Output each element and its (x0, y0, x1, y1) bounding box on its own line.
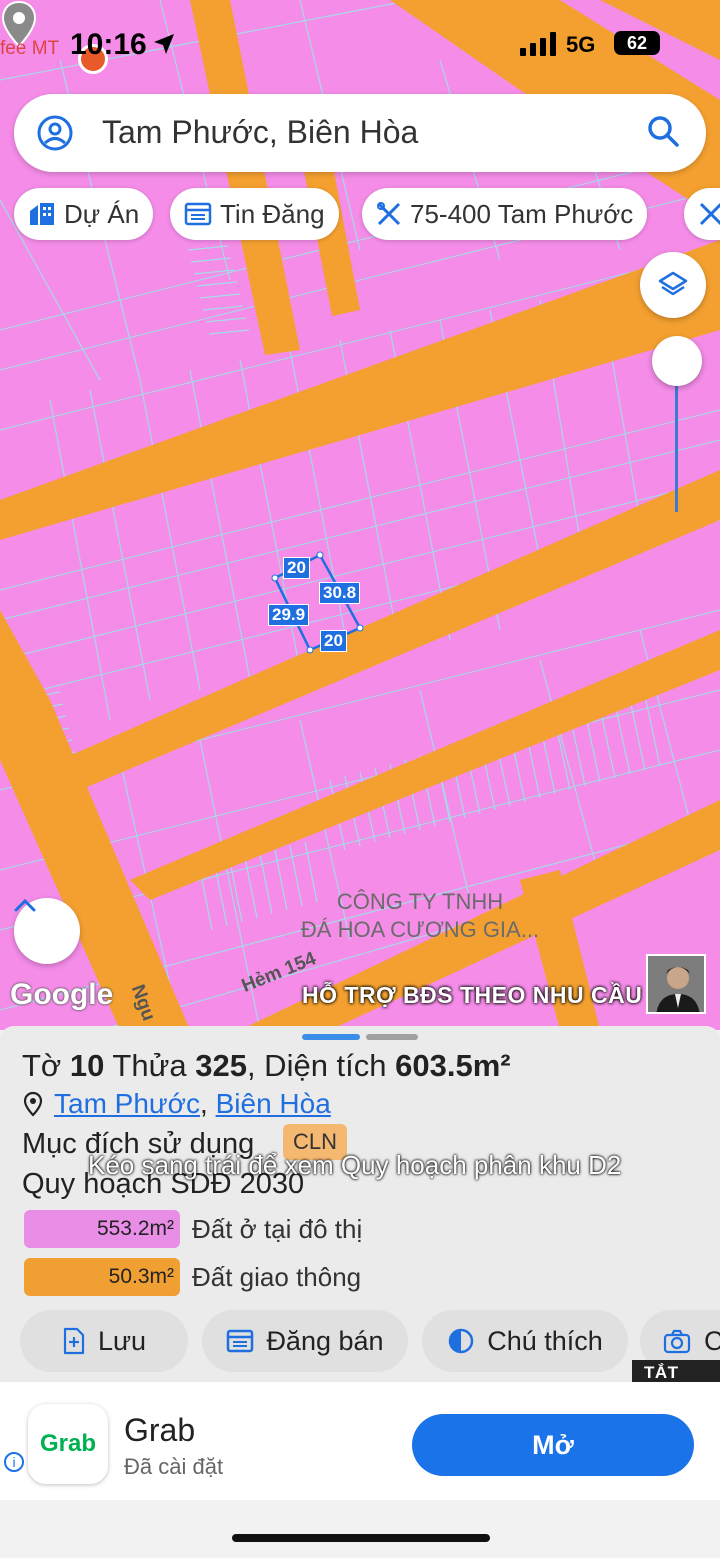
plan-label-residential: Đất ở tại đô thị (192, 1214, 363, 1244)
person-icon (648, 956, 704, 1012)
post-sale-button[interactable]: Đăng bán (202, 1310, 408, 1372)
ruler-icon (699, 202, 720, 226)
parcel-number: 325 (195, 1048, 247, 1083)
parcel-title: Tờ 10 Thửa 325, Diện tích 603.5m² (22, 1048, 511, 1084)
sheet-actions: Lưu Đăng bán Chú thích C (0, 1310, 720, 1372)
location-separator: , (200, 1088, 216, 1119)
ad-open-button[interactable]: Mở (412, 1414, 694, 1476)
parcel-edge-label-right: 30.8 (319, 582, 361, 604)
filter-chips: Dự Án Tin Đăng 75-400 Tam Phước (14, 188, 720, 240)
sheet-page-indicator-active[interactable] (302, 1034, 360, 1040)
map-layers-button[interactable] (640, 252, 706, 318)
ruler-icon (377, 202, 401, 226)
chevron-up-icon (14, 898, 36, 912)
bottom-safe-area (0, 1500, 720, 1558)
presenter-avatar (646, 954, 706, 1014)
plan-label-transport: Đất giao thông (192, 1262, 362, 1292)
chip-du-an[interactable]: Dự Án (14, 188, 154, 240)
sheet-number: 10 (69, 1048, 105, 1083)
poi-name-line2: ĐÁ HOA CƯƠNG GIA... (300, 917, 540, 942)
parcel-location: Tam Phước , Biên Hòa (22, 1088, 331, 1120)
save-button-label: Lưu (97, 1325, 147, 1356)
expand-sheet-button[interactable] (14, 898, 80, 964)
search-bar[interactable]: Tam Phước, Biên Hòa (14, 94, 706, 172)
ward-link[interactable]: Tam Phước (54, 1088, 200, 1120)
parcel-edge-label-top: 20 (283, 557, 310, 579)
title-prefix: Tờ (22, 1048, 70, 1083)
bookmark-add-icon (63, 1327, 85, 1355)
chip-tin-dang-label: Tin Đăng (220, 198, 325, 229)
poi-label[interactable]: CÔNG TY TNHH ĐÁ HOA CƯƠNG GIA... (290, 888, 550, 944)
title-area-prefix: , Diện tích (246, 1048, 396, 1083)
status-time: 10:16 (70, 28, 147, 61)
post-sale-button-label: Đăng bán (266, 1325, 384, 1356)
account-icon[interactable] (36, 114, 74, 152)
google-logo: Google (10, 978, 114, 1011)
plan-bar-transport: 50.3m² (24, 1258, 180, 1296)
battery-icon: 62 (614, 31, 660, 55)
parcel-edge-label-bottom: 20 (320, 630, 347, 652)
ad-app-status: Đã cài đặt (124, 1454, 224, 1479)
building-icon (30, 203, 54, 225)
poi-name-line1: CÔNG TY TNHH (336, 889, 504, 914)
list-icon (184, 202, 212, 226)
chip-du-an-label: Dự Án (64, 198, 140, 229)
location-arrow-icon (154, 34, 174, 54)
signal-bars-icon (520, 32, 556, 56)
status-bar: fee MT 10:16 5G 62 (0, 22, 720, 74)
video-overlay-caption: HỖ TRỢ BĐS THEO NHU CẦU (302, 982, 643, 1008)
legend-button-label: Chú thích (487, 1325, 603, 1356)
search-icon[interactable] (646, 114, 682, 150)
ad-info-icon[interactable]: i (4, 1452, 24, 1472)
app-screen: 20 30.8 29.9 20 CÔNG TY TNHH ĐÁ HOA CƯƠN… (0, 0, 720, 1558)
camera-icon (663, 1329, 691, 1354)
legend-button[interactable]: Chú thích (422, 1310, 628, 1372)
status-network: 5G (566, 32, 596, 57)
plan-bar-residential: 553.2m² (24, 1210, 180, 1248)
chip-more[interactable] (684, 188, 720, 240)
save-button[interactable]: Lưu (20, 1310, 188, 1372)
photo-button-label: C (704, 1325, 720, 1356)
chip-measure-tam-phuoc[interactable]: 75-400 Tam Phước (362, 188, 648, 240)
search-input[interactable]: Tam Phước, Biên Hòa (102, 114, 418, 151)
ad-banner[interactable]: i Grab Grab Đã cài đặt Mở (0, 1382, 720, 1500)
listing-icon (227, 1329, 254, 1353)
legend-icon (448, 1328, 474, 1354)
swipe-hint-overlay: Kéo sang trái để xem Quy hoạch phân khu … (88, 1150, 622, 1180)
title-mid: Thửa (104, 1048, 196, 1083)
opacity-slider-handle[interactable] (652, 336, 702, 386)
parcel-edge-label-left: 29.9 (268, 604, 310, 626)
parcel-info-sheet: Tờ 10 Thửa 325, Diện tích 603.5m² Tam Ph… (0, 1026, 720, 1386)
city-link[interactable]: Biên Hòa (216, 1088, 331, 1120)
chip-tin-dang[interactable]: Tin Đăng (170, 188, 339, 240)
parcel-area: 603.5m² (395, 1048, 511, 1083)
location-pin-icon (23, 1091, 43, 1117)
layers-icon (658, 271, 688, 296)
sheet-page-indicator[interactable] (366, 1034, 418, 1040)
grab-app-icon[interactable]: Grab (28, 1404, 108, 1484)
status-carrier: fee MT (0, 38, 60, 59)
chip-measure-label: 75-400 Tam Phước (410, 198, 634, 229)
home-indicator[interactable] (232, 1534, 490, 1542)
ad-app-name: Grab (124, 1412, 196, 1448)
